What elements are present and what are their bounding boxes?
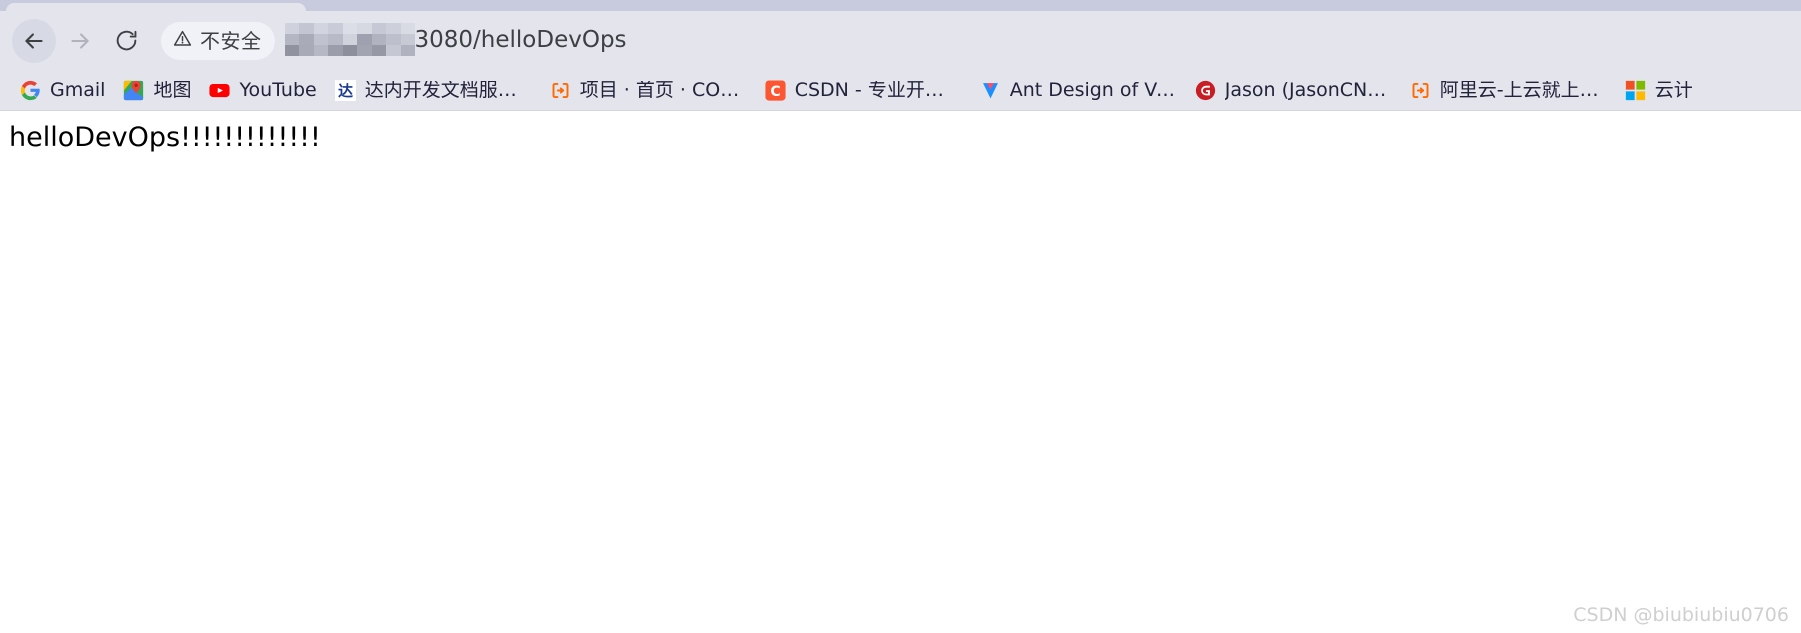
bookmark-label: 项目 · 首页 · CODE	[579, 80, 747, 100]
bookmark-label: Gmail	[50, 80, 106, 100]
url-text: 3080/helloDevOps	[414, 27, 627, 53]
bookmark-csdn[interactable]: C CSDN - 专业开发者...	[756, 74, 971, 106]
browser-toolbar: 不安全 3080/helloDevOps	[0, 11, 1801, 70]
bookmark-youtube[interactable]: YouTube	[200, 74, 325, 106]
bookmark-code-project[interactable]: 项目 · 首页 · CODE	[541, 74, 756, 106]
arrow-right-icon	[67, 28, 93, 54]
svg-text:达: 达	[338, 81, 353, 99]
security-status-label: 不安全	[200, 28, 262, 53]
csdn-icon: C	[765, 79, 786, 101]
browser-window: 不安全 3080/helloDevOps Gmail 地图 YouTube 达 …	[0, 0, 1801, 633]
bookmark-label: 阿里云-上云就上阿...	[1439, 80, 1607, 100]
microsoft-icon	[1625, 80, 1646, 101]
gitee-icon	[1195, 80, 1216, 101]
bookmark-label: Ant Design of Vue...	[1009, 80, 1177, 100]
bookmark-aliyun[interactable]: 阿里云-上云就上阿...	[1401, 74, 1616, 106]
csdn-watermark: CSDN @biubiubiu0706	[1573, 604, 1789, 626]
bookmark-gmail[interactable]: Gmail	[11, 74, 114, 106]
page-heading: helloDevOps!!!!!!!!!!!!!	[9, 122, 321, 153]
gmail-icon	[20, 80, 41, 101]
bookmark-microsoft-cloud[interactable]: 云计	[1616, 74, 1702, 106]
reload-button[interactable]	[104, 19, 148, 63]
active-tab[interactable]	[6, 3, 306, 11]
bookmark-label: 云计	[1654, 80, 1693, 100]
security-status-chip[interactable]: 不安全	[161, 21, 275, 60]
page-content: helloDevOps!!!!!!!!!!!!! CSDN @biubiubiu…	[0, 112, 1801, 633]
bookmark-label: 地图	[153, 80, 192, 100]
bookmark-ant-design-vue[interactable]: Ant Design of Vue...	[971, 74, 1186, 106]
bookmark-label: Jason (JasonCN20...	[1224, 80, 1392, 100]
google-maps-icon	[123, 80, 144, 101]
bookmarks-bar: Gmail 地图 YouTube 达 达内开发文档服务器 项目 · 首页 · C…	[0, 70, 1801, 111]
reload-icon	[114, 28, 139, 53]
bookmark-tarena-docs[interactable]: 达 达内开发文档服务器	[326, 74, 541, 106]
address-bar[interactable]: 不安全 3080/helloDevOps	[161, 20, 1801, 62]
bookmark-label: CSDN - 专业开发者...	[794, 80, 962, 100]
warning-triangle-icon	[172, 28, 193, 54]
bookmark-label: YouTube	[239, 80, 317, 100]
bookmark-label: 达内开发文档服务器	[364, 80, 532, 100]
forward-button[interactable]	[58, 19, 102, 63]
youtube-icon	[209, 80, 231, 101]
ant-design-vue-icon	[980, 80, 1001, 101]
url-redaction-mosaic	[284, 22, 416, 57]
tarena-icon: 达	[334, 79, 356, 101]
svg-text:C: C	[770, 83, 780, 99]
bookmark-maps[interactable]: 地图	[114, 74, 200, 106]
arrow-left-icon	[21, 28, 47, 54]
code-bracket-icon	[550, 80, 571, 101]
code-bracket-icon	[1410, 80, 1431, 101]
bookmark-gitee-jason[interactable]: Jason (JasonCN20...	[1186, 74, 1401, 106]
back-button[interactable]	[12, 18, 56, 63]
url-display[interactable]: 3080/helloDevOps	[284, 20, 1801, 62]
tab-strip	[0, 0, 1801, 11]
